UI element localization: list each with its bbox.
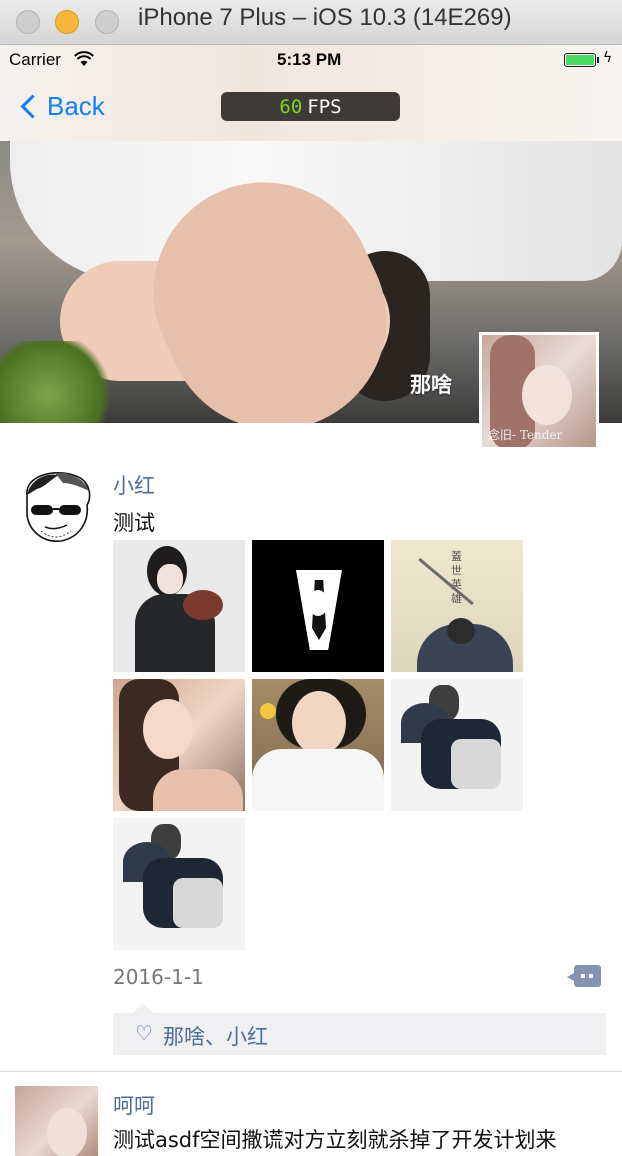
post-image[interactable] — [391, 679, 523, 811]
back-label: Back — [47, 90, 105, 121]
battery-icon — [564, 53, 596, 67]
close-window-button[interactable] — [16, 10, 40, 34]
likes-box: ♡ 那啥、小红 — [113, 1003, 606, 1055]
post-user-name[interactable]: 呵呵 — [113, 1090, 155, 1120]
post-user-name[interactable]: 小红 — [113, 470, 155, 500]
zoom-window-button[interactable] — [95, 10, 119, 34]
charging-bolt-icon: ϟ — [603, 50, 613, 66]
cover-user-name: 那啥 — [410, 373, 452, 397]
comment-button[interactable] — [567, 965, 601, 987]
post-text: 测试 — [113, 511, 155, 535]
post-image[interactable] — [113, 679, 245, 811]
minimize-window-button[interactable] — [55, 10, 79, 34]
window-title: iPhone 7 Plus – iOS 10.3 (14E269) — [138, 4, 512, 31]
fps-unit: FPS — [307, 95, 342, 118]
cover-avatar[interactable]: 念旧- Tender — [479, 332, 599, 450]
feed-divider — [0, 1071, 622, 1072]
wifi-icon — [74, 51, 94, 66]
fps-indicator: 60 FPS — [221, 92, 400, 121]
avatar-watermark: 念旧- Tender — [488, 428, 563, 442]
cartoon-face-avatar — [26, 472, 91, 542]
back-button[interactable]: Back — [16, 90, 105, 122]
fps-value: 60 — [279, 95, 303, 118]
post-image[interactable] — [113, 540, 245, 672]
battery-tip — [597, 57, 599, 63]
post-text: 测试asdf空间撒谎对方立刻就杀掉了开发计划来 — [113, 1128, 557, 1152]
post-image[interactable] — [252, 679, 384, 811]
simulator-title-bar: iPhone 7 Plus – iOS 10.3 (14E269) — [0, 0, 622, 45]
post-avatar[interactable] — [15, 465, 98, 548]
status-time: 5:13 PM — [277, 50, 342, 69]
back-chevron-icon — [20, 93, 45, 119]
navigation-bar: Carrier 5:13 PM ϟ Back 60 FPS — [0, 45, 622, 141]
post-image[interactable] — [252, 540, 384, 672]
post-date: 2016-1-1 — [113, 965, 204, 989]
heart-icon: ♡ — [135, 1021, 153, 1045]
like-names[interactable]: 那啥、小红 — [163, 1021, 268, 1051]
carrier-label: Carrier — [9, 50, 61, 69]
post-avatar[interactable] — [15, 1086, 98, 1156]
post-image[interactable]: 蓋世英雄 — [391, 540, 523, 672]
post-image[interactable] — [113, 818, 245, 950]
